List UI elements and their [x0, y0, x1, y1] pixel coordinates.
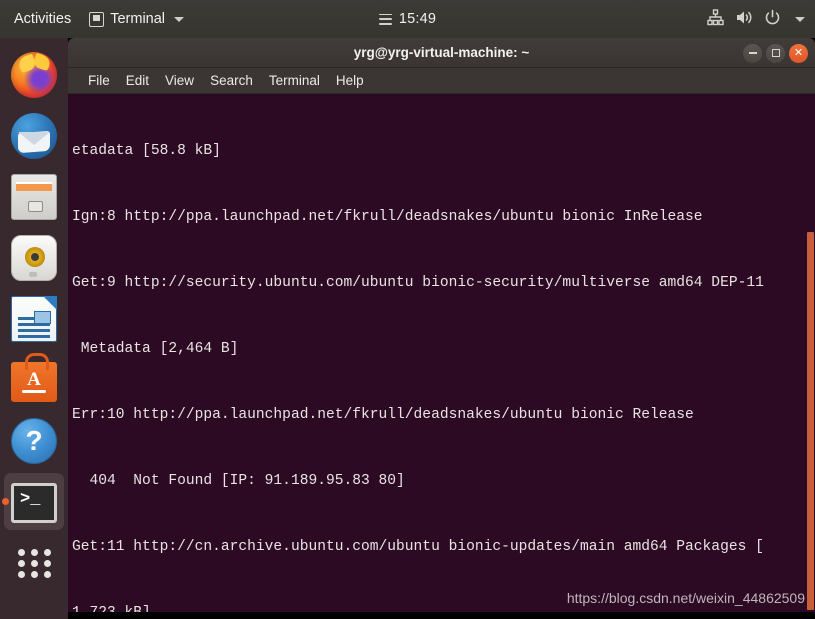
question-mark-icon: ? [11, 417, 57, 464]
terminal-icon: >_ [11, 483, 57, 523]
terminal-text: etadata [58.8 kB] Ign:8 http://ppa.launc… [72, 96, 805, 612]
terminal-line: Get:9 http://security.ubuntu.com/ubuntu … [72, 275, 764, 291]
volume-icon [735, 9, 753, 30]
terminal-line: Get:11 http://cn.archive.ubuntu.com/ubun… [72, 539, 764, 555]
document-icon [11, 295, 57, 342]
speaker-icon [11, 234, 57, 281]
menu-item-view[interactable]: View [157, 68, 202, 94]
help-question-glyph: ? [25, 424, 43, 456]
dock-item-terminal[interactable]: >_ [0, 471, 68, 532]
network-icon [707, 8, 724, 30]
terminal-line: 404 Not Found [IP: 91.189.95.83 80] [72, 473, 405, 489]
dock-item-rhythmbox[interactable] [0, 227, 68, 288]
menu-item-terminal[interactable]: Terminal [261, 68, 328, 94]
chevron-down-icon [795, 16, 805, 22]
left-dock: A ? >_ [0, 38, 68, 619]
maximize-button[interactable] [766, 43, 785, 63]
terminal-prompt-glyph: >_ [20, 490, 41, 509]
dock-item-show-apps[interactable] [0, 532, 68, 593]
terminal-line: Ign:8 http://ppa.launchpad.net/fkrull/de… [72, 209, 703, 225]
chevron-down-icon [174, 16, 185, 22]
menu-item-help[interactable]: Help [328, 68, 372, 94]
app-menu-terminal[interactable]: Terminal [81, 0, 192, 38]
dock-item-libreoffice[interactable] [0, 288, 68, 349]
dock-item-software[interactable]: A [0, 349, 68, 410]
firefox-icon [11, 51, 57, 98]
terminal-window-icon [89, 11, 105, 27]
watermark-text: https://blog.csdn.net/weixin_44862509 [566, 590, 805, 606]
software-bag-bar [22, 390, 46, 393]
clock-label: 15:49 [398, 11, 437, 27]
document-image-glyph [34, 310, 51, 324]
files-cabinet-icon [11, 173, 57, 220]
minimize-button[interactable] [743, 43, 762, 63]
desktop-background-strip [0, 612, 815, 619]
shopping-bag-icon: A [11, 353, 57, 402]
dock-item-firefox[interactable] [0, 44, 68, 105]
terminal-scrollbar[interactable] [807, 232, 814, 610]
power-icon [764, 9, 781, 30]
system-status-area[interactable] [707, 0, 805, 38]
close-button[interactable]: ✕ [789, 43, 808, 63]
terminal-output-area[interactable]: etadata [58.8 kB] Ign:8 http://ppa.launc… [68, 94, 815, 612]
desktop-screen: Activities Terminal 15:49 A ? >_ yrg@yrg… [0, 0, 815, 619]
window-controls: ✕ [743, 38, 808, 68]
terminal-line: Err:10 http://ppa.launchpad.net/fkrull/d… [72, 407, 694, 423]
menu-item-edit[interactable]: Edit [118, 68, 157, 94]
window-title: yrg@yrg-virtual-machine: ~ [353, 45, 530, 60]
dock-item-help[interactable]: ? [0, 410, 68, 471]
terminal-line: etadata [58.8 kB] [72, 143, 221, 159]
thunderbird-icon [11, 112, 57, 159]
activities-button[interactable]: Activities [0, 0, 81, 38]
terminal-line: Metadata [2,464 B] [72, 341, 239, 357]
list-lines-icon [378, 13, 392, 25]
software-letter-a: A [27, 369, 41, 390]
window-titlebar[interactable]: yrg@yrg-virtual-machine: ~ ✕ [68, 38, 815, 68]
menu-item-search[interactable]: Search [202, 68, 261, 94]
terminal-menubar: File Edit View Search Terminal Help [68, 68, 815, 94]
gnome-top-bar: Activities Terminal 15:49 [0, 0, 815, 38]
grid-dots-icon [14, 543, 54, 583]
dock-item-files[interactable] [0, 166, 68, 227]
menu-item-file[interactable]: File [80, 68, 118, 94]
terminal-window: yrg@yrg-virtual-machine: ~ ✕ File Edit V… [68, 38, 815, 612]
dock-item-thunderbird[interactable] [0, 105, 68, 166]
app-menu-label: Terminal [110, 11, 166, 27]
